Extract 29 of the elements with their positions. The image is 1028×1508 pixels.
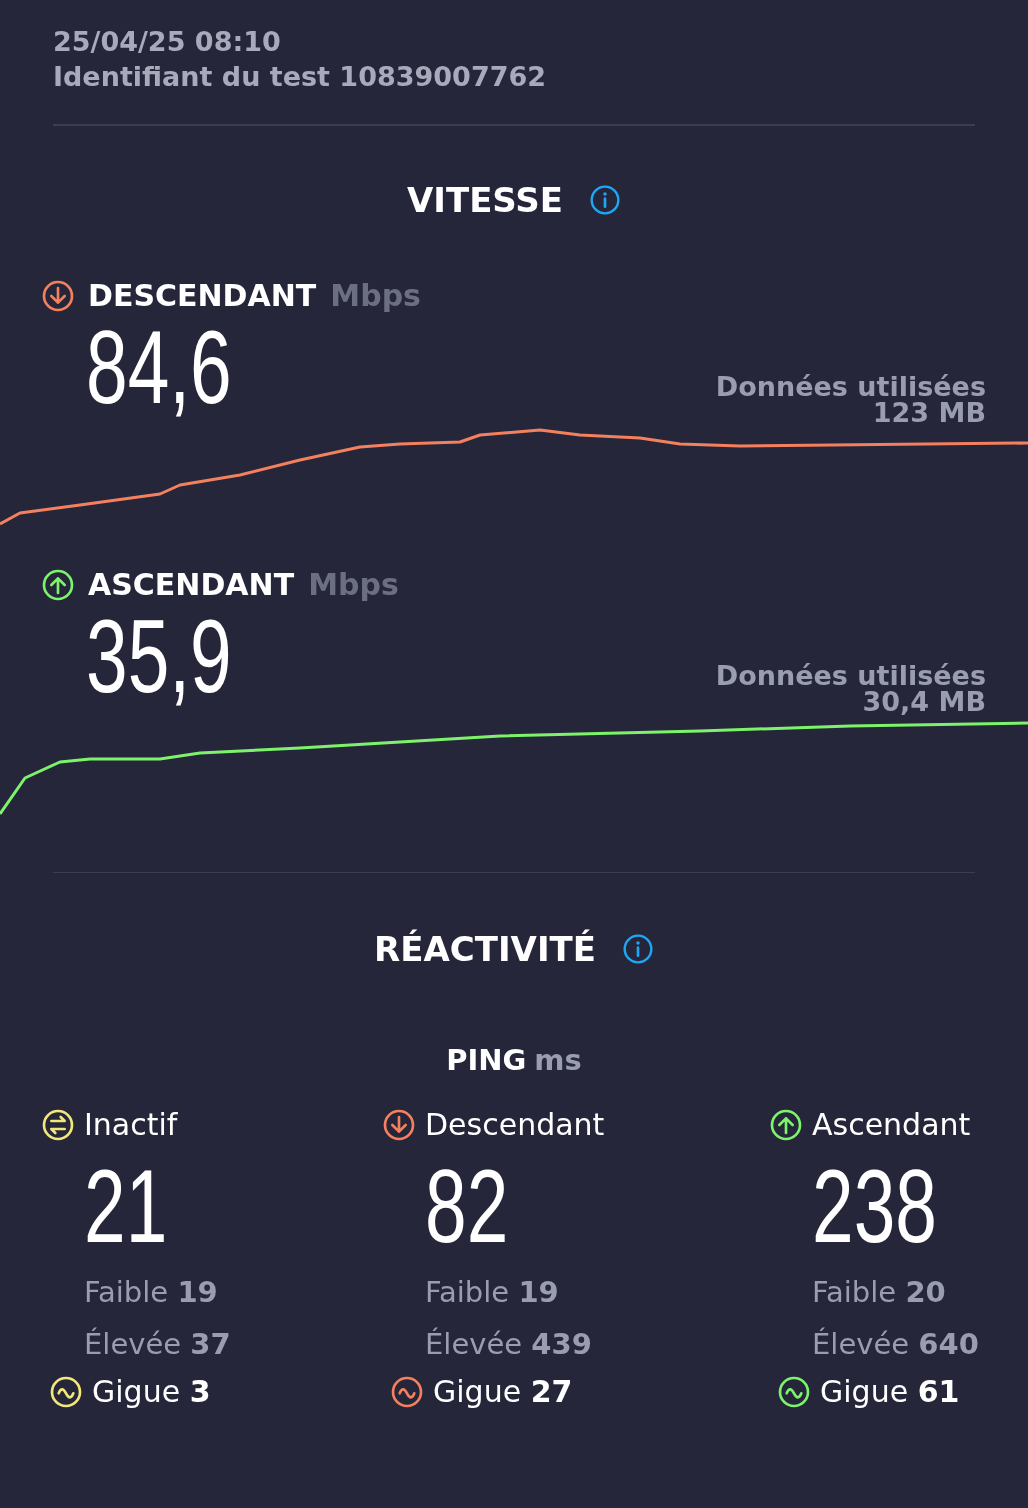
jitter-text: Gigue 61 xyxy=(820,1374,960,1409)
ping-value: 238 xyxy=(812,1156,937,1256)
jitter-text: Gigue 3 xyxy=(92,1374,211,1409)
section-title: VITESSE xyxy=(406,180,564,220)
high-ping-text: Élevée 640 xyxy=(812,1327,979,1361)
speed-label: DESCENDANT xyxy=(88,278,317,313)
unit-label: ms xyxy=(534,1043,582,1077)
high-ping-text: Élevée 37 xyxy=(84,1327,231,1361)
ping-value: 82 xyxy=(425,1156,509,1256)
speed-value: 84,6 xyxy=(86,313,232,421)
speed-value: 35,9 xyxy=(86,602,232,710)
speed-label: ASCENDANT xyxy=(88,567,295,602)
jitter-text: Gigue 27 xyxy=(433,1374,573,1409)
high-ping-text: Élevée 439 xyxy=(425,1327,592,1361)
low-ping-text: Faible 19 xyxy=(425,1275,559,1309)
info-icon[interactable] xyxy=(589,184,622,216)
test-id: Identifiant du test 10839007762 xyxy=(53,60,548,94)
low-ping-text: Faible 19 xyxy=(84,1275,218,1309)
ping-type-label: Inactif xyxy=(84,1107,178,1142)
unit-label: Mbps xyxy=(330,278,421,313)
section-title: RÉACTIVITÉ xyxy=(374,929,596,969)
test-date: 25/04/25 08:10 xyxy=(53,25,282,59)
unit-label: Mbps xyxy=(308,567,399,602)
ping-type-label: Ascendant xyxy=(812,1107,971,1142)
ping-label: PING xyxy=(446,1043,527,1077)
low-ping-text: Faible 20 xyxy=(812,1275,946,1309)
info-icon[interactable] xyxy=(621,933,654,965)
ping-value: 21 xyxy=(84,1156,168,1256)
ping-type-label: Descendant xyxy=(425,1107,605,1142)
